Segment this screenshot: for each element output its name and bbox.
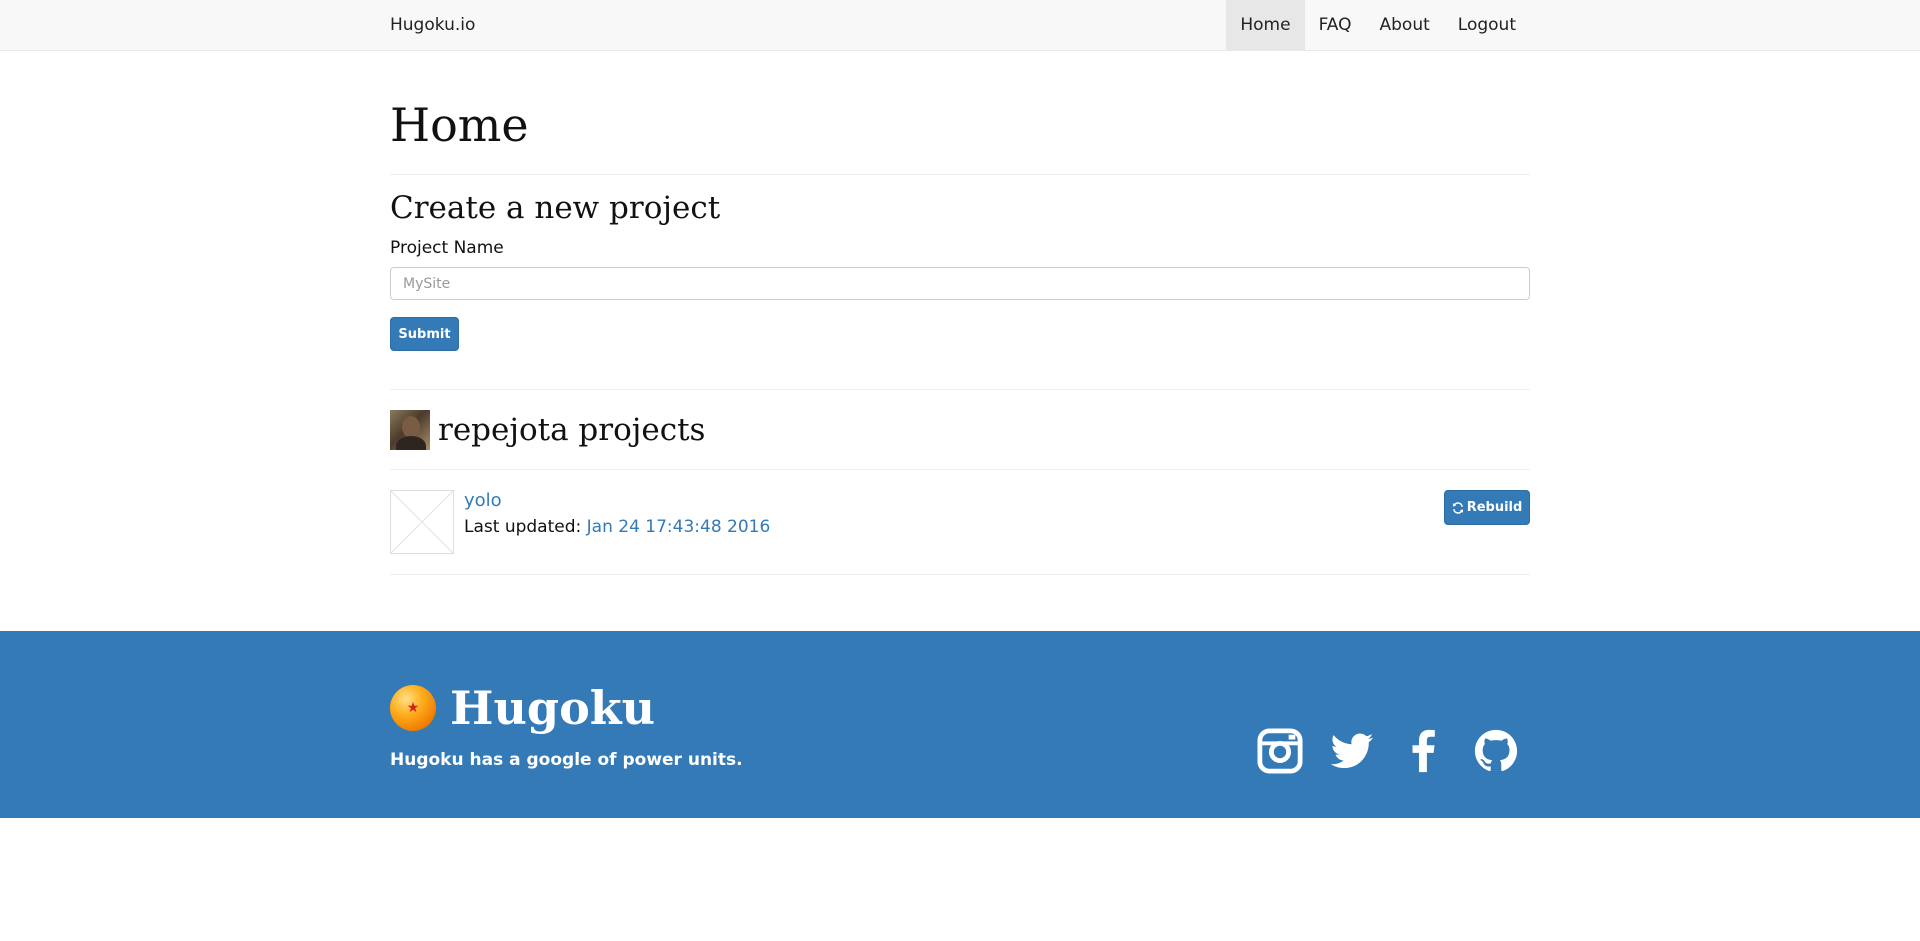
facebook-icon[interactable] xyxy=(1401,728,1447,774)
create-project-title: Create a new project xyxy=(390,190,721,226)
divider xyxy=(390,174,1530,175)
footer: ★ Hugoku Hugoku has a google of power un… xyxy=(0,631,1920,818)
navbar: Hugoku.io Home FAQ About Logout xyxy=(0,0,1920,51)
divider xyxy=(390,389,1530,390)
nav-item-home[interactable]: Home xyxy=(1226,0,1305,50)
divider xyxy=(390,574,1530,575)
last-updated-date[interactable]: Jan 24 17:43:48 2016 xyxy=(587,517,771,537)
footer-brand: Hugoku xyxy=(450,681,656,735)
instagram-icon[interactable] xyxy=(1257,728,1303,774)
project-name-label: Project Name xyxy=(390,238,504,258)
rebuild-label: Rebuild xyxy=(1466,500,1523,515)
user-projects-header: repejota projects xyxy=(390,410,705,450)
footer-brand-row: ★ Hugoku xyxy=(390,681,655,735)
submit-button[interactable]: Submit xyxy=(390,317,459,351)
dragonball-icon: ★ xyxy=(390,685,436,731)
user-projects-title: repejota projects xyxy=(438,412,706,448)
refresh-icon xyxy=(1452,501,1463,514)
list-item: yolo Last updated: Jan 24 17:43:48 2016 … xyxy=(390,490,1530,554)
brand-link[interactable]: Hugoku.io xyxy=(390,0,475,50)
image-placeholder-icon xyxy=(390,490,454,554)
divider xyxy=(390,469,1530,470)
github-icon[interactable] xyxy=(1473,728,1519,774)
project-thumbnail-placeholder xyxy=(390,490,454,554)
social-links xyxy=(1257,728,1519,774)
nav-item-logout[interactable]: Logout xyxy=(1444,0,1530,50)
avatar xyxy=(390,410,430,450)
nav-item-faq[interactable]: FAQ xyxy=(1305,0,1366,50)
project-name-input[interactable] xyxy=(390,267,1530,300)
last-updated-label: Last updated: xyxy=(464,517,582,537)
project-name-link[interactable]: yolo xyxy=(464,490,502,511)
nav-item-about[interactable]: About xyxy=(1366,0,1444,50)
nav-menu: Home FAQ About Logout xyxy=(1226,0,1530,50)
project-last-updated: Last updated: Jan 24 17:43:48 2016 xyxy=(464,517,770,537)
page-title: Home xyxy=(390,98,529,152)
twitter-icon[interactable] xyxy=(1329,728,1375,774)
rebuild-button[interactable]: Rebuild xyxy=(1444,490,1530,525)
footer-tagline: Hugoku has a google of power units. xyxy=(390,750,743,770)
